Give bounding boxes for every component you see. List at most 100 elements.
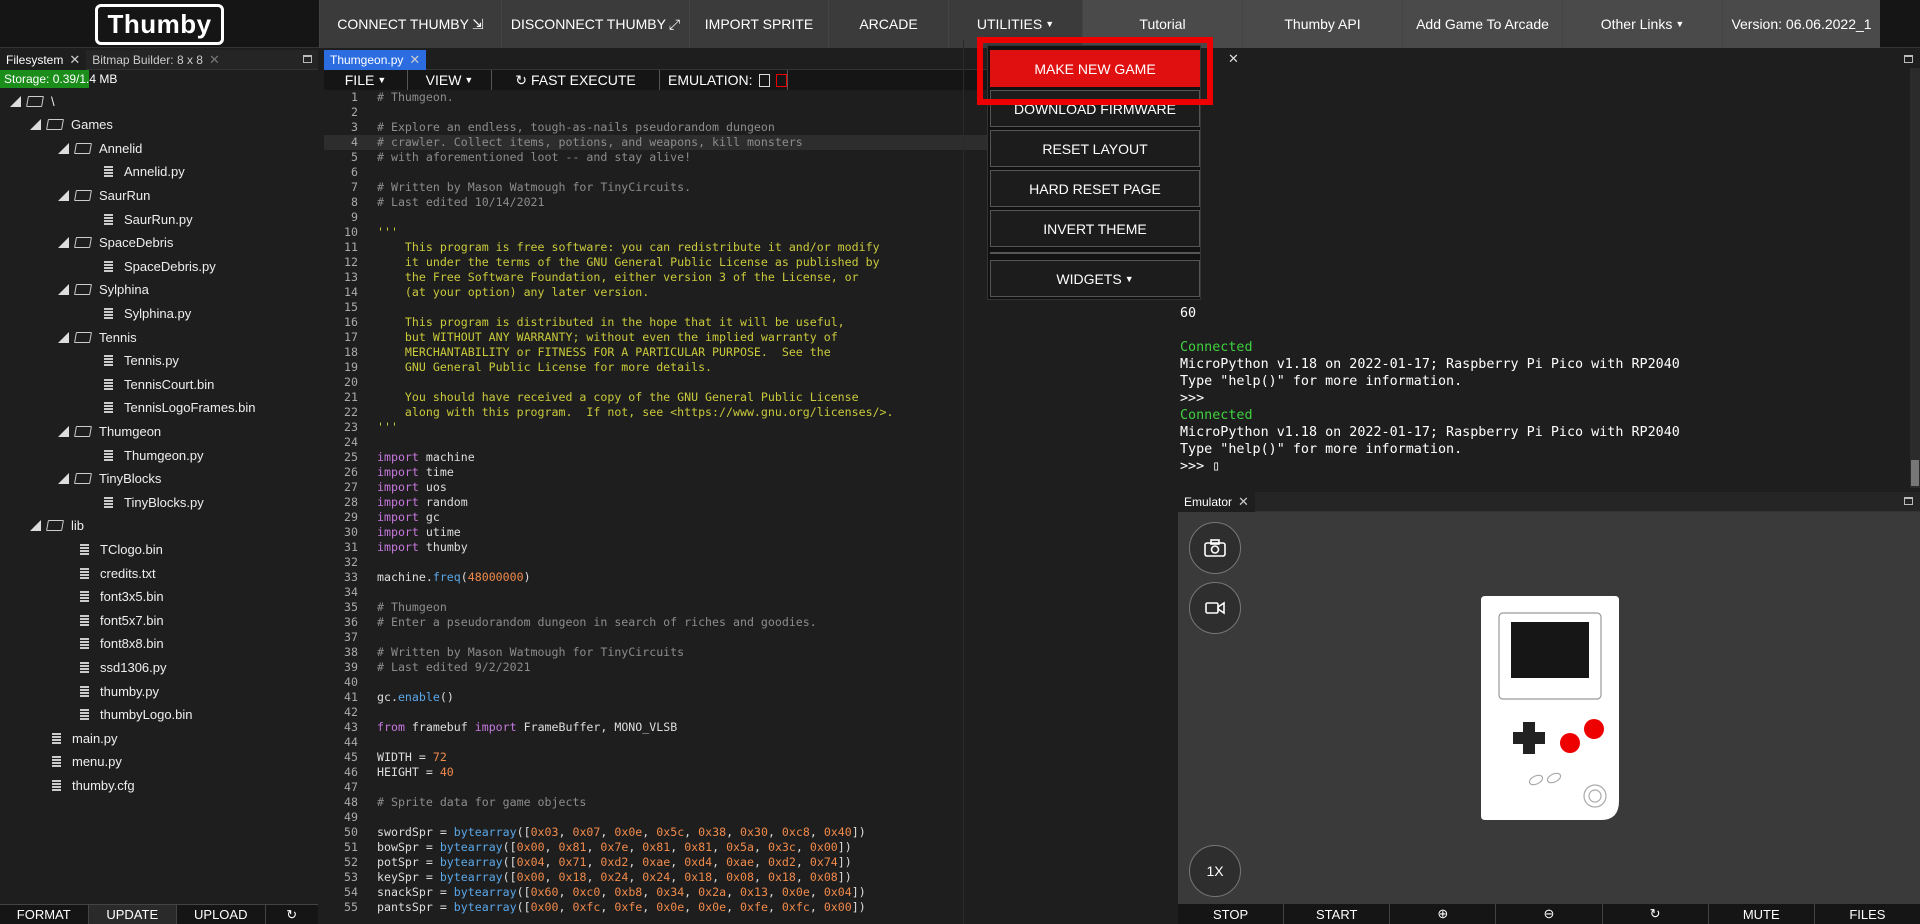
code-line[interactable]: 24 xyxy=(324,435,1178,450)
tree-file[interactable]: TClogo.bin xyxy=(80,538,163,560)
maximize-icon[interactable] xyxy=(1904,497,1913,505)
code-line[interactable]: 15 xyxy=(324,300,1178,315)
tree-folder[interactable]: Thumgeon xyxy=(58,420,161,442)
tree-folder[interactable]: Sylphina xyxy=(58,279,149,301)
emulation-red-checkbox[interactable] xyxy=(775,73,787,87)
expand-triangle-icon[interactable] xyxy=(58,425,69,437)
emulator-scale-button[interactable]: 1X xyxy=(1189,845,1241,897)
tree-folder[interactable]: Games xyxy=(30,114,113,136)
expand-triangle-icon[interactable] xyxy=(58,331,69,343)
add-game-to-arcade-link[interactable]: Add Game To Arcade xyxy=(1403,0,1563,48)
code-line[interactable]: 44 xyxy=(324,735,1178,750)
tree-file[interactable]: Thumgeon.py xyxy=(104,444,204,466)
shell-scrollbar-thumb[interactable] xyxy=(1911,460,1919,486)
code-line[interactable]: 18 MERCHANTABILITY or FITNESS FOR A PART… xyxy=(324,345,1178,360)
code-line[interactable]: 23 ''' xyxy=(324,420,1178,435)
code-line[interactable]: 54 snackSpr = bytearray([0x60, 0xc0, 0xb8… xyxy=(324,885,1178,900)
tree-file[interactable]: thumby.cfg xyxy=(52,774,135,796)
tree-file[interactable]: Tennis.py xyxy=(104,350,179,372)
file-menu[interactable]: FILE ▼ xyxy=(324,70,408,90)
close-icon[interactable]: ✕ xyxy=(69,52,80,68)
stop-button[interactable]: STOP xyxy=(1178,904,1285,924)
shell-output[interactable]: 60 Connected MicroPython v1.18 on 2022-01-… xyxy=(1180,305,1680,475)
expand-triangle-icon[interactable] xyxy=(10,95,21,107)
tree-file[interactable]: credits.txt xyxy=(80,562,156,584)
tree-file[interactable]: TennisLogoFrames.bin xyxy=(104,397,256,419)
tree-folder[interactable]: TinyBlocks xyxy=(58,468,161,490)
download-firmware-item[interactable]: DOWNLOAD FIRMWARE xyxy=(990,90,1200,127)
utilities-menu-button[interactable]: UTILITIES ▼ xyxy=(949,0,1083,48)
code-line[interactable]: 55 pantsSpr = bytearray([0x00, 0xfc, 0xfe… xyxy=(324,900,1178,915)
tree-folder[interactable]: \ xyxy=(10,90,55,112)
close-icon[interactable]: ✕ xyxy=(409,52,420,68)
tree-file[interactable]: main.py xyxy=(52,727,118,749)
panel-divider[interactable] xyxy=(963,40,964,924)
tab-emulator[interactable]: Emulator ✕ xyxy=(1178,491,1255,512)
arcade-button[interactable]: ARCADE xyxy=(829,0,949,48)
screenshot-button[interactable] xyxy=(1189,522,1241,574)
fast-execute-button[interactable]: ↻ FAST EXECUTE xyxy=(492,70,660,90)
tree-file[interactable]: TennisCourt.bin xyxy=(104,373,214,395)
code-line[interactable]: 43 from framebuf import FrameBuffer, MONO… xyxy=(324,720,1178,735)
code-line[interactable]: 41 gc.enable() xyxy=(324,690,1178,705)
tab-bitmap-builder[interactable]: Bitmap Builder: 8 x 8 ✕ xyxy=(86,50,226,70)
tree-file[interactable]: thumby.py xyxy=(80,680,159,702)
tree-folder[interactable]: SaurRun xyxy=(58,184,150,206)
tree-file[interactable]: SpaceDebris.py xyxy=(104,255,216,277)
hard-reset-page-item[interactable]: HARD RESET PAGE xyxy=(990,170,1200,207)
thumby-api-link[interactable]: Thumby API xyxy=(1243,0,1403,48)
b-button[interactable] xyxy=(1560,733,1580,753)
code-line[interactable]: 45 WIDTH = 72 xyxy=(324,750,1178,765)
tree-file[interactable]: SaurRun.py xyxy=(104,208,193,230)
other-links-menu[interactable]: Other Links ▼ xyxy=(1563,0,1723,48)
tree-file[interactable]: font3x5.bin xyxy=(80,586,164,608)
code-line[interactable]: 48 # Sprite data for game objects xyxy=(324,795,1178,810)
code-line[interactable]: 16 This program is distributed in the ho… xyxy=(324,315,1178,330)
code-line[interactable]: 33 machine.freq(48000000) xyxy=(324,570,1178,585)
code-line[interactable]: 42 xyxy=(324,705,1178,720)
code-line[interactable]: 29 import gc xyxy=(324,510,1178,525)
code-line[interactable]: 47 xyxy=(324,780,1178,795)
close-icon[interactable]: ✕ xyxy=(209,52,220,68)
code-line[interactable]: 40 xyxy=(324,675,1178,690)
tree-file[interactable]: thumbyLogo.bin xyxy=(80,704,193,726)
tree-folder[interactable]: lib xyxy=(30,515,84,537)
expand-triangle-icon[interactable] xyxy=(58,189,69,201)
tree-file[interactable]: ssd1306.py xyxy=(80,656,167,678)
code-line[interactable]: 21 You should have received a copy of th… xyxy=(324,390,1178,405)
code-line[interactable]: 26 import time xyxy=(324,465,1178,480)
close-icon[interactable]: ✕ xyxy=(1228,51,1239,67)
tree-file[interactable]: menu.py xyxy=(52,751,122,773)
code-line[interactable]: 35 # Thumgeon xyxy=(324,600,1178,615)
expand-triangle-icon[interactable] xyxy=(58,237,69,249)
disconnect-thumby-button[interactable]: DISCONNECT THUMBY ⤢ xyxy=(502,0,690,48)
code-line[interactable]: 49 xyxy=(324,810,1178,825)
expand-triangle-icon[interactable] xyxy=(30,119,41,131)
rotate-icon[interactable]: ↻ xyxy=(1603,904,1709,924)
connect-thumby-button[interactable]: CONNECT THUMBY ⇲ xyxy=(320,0,502,48)
code-line[interactable]: 27 import uos xyxy=(324,480,1178,495)
record-button[interactable] xyxy=(1189,582,1241,634)
files-button[interactable]: FILES xyxy=(1815,904,1920,924)
code-line[interactable]: 31 import thumby xyxy=(324,540,1178,555)
update-button[interactable]: UPDATE xyxy=(88,905,177,924)
expand-triangle-icon[interactable] xyxy=(58,284,69,296)
a-button[interactable] xyxy=(1584,719,1604,739)
tree-file[interactable]: Sylphina.py xyxy=(104,302,191,324)
view-menu[interactable]: VIEW ▼ xyxy=(408,70,492,90)
tree-folder[interactable]: Annelid xyxy=(58,137,142,159)
expand-triangle-icon[interactable] xyxy=(58,473,69,485)
code-line[interactable]: 25 import machine xyxy=(324,450,1178,465)
maximize-icon[interactable] xyxy=(1904,55,1913,63)
code-line[interactable]: 51 bowSpr = bytearray([0x00, 0x81, 0x7e, … xyxy=(324,840,1178,855)
invert-theme-item[interactable]: INVERT THEME xyxy=(990,210,1200,247)
tree-file[interactable]: TinyBlocks.py xyxy=(104,491,204,513)
code-line[interactable]: 32 xyxy=(324,555,1178,570)
close-icon[interactable]: ✕ xyxy=(1238,494,1249,510)
code-line[interactable]: 20 xyxy=(324,375,1178,390)
tree-folder[interactable]: SpaceDebris xyxy=(58,232,173,254)
tab-filesystem[interactable]: Filesystem ✕ xyxy=(0,49,87,70)
zoom-out-icon[interactable]: ⊖ xyxy=(1496,904,1603,924)
widgets-submenu[interactable]: WIDGETS ▼ xyxy=(990,260,1200,297)
code-line[interactable]: 39 # Last edited 9/2/2021 xyxy=(324,660,1178,675)
